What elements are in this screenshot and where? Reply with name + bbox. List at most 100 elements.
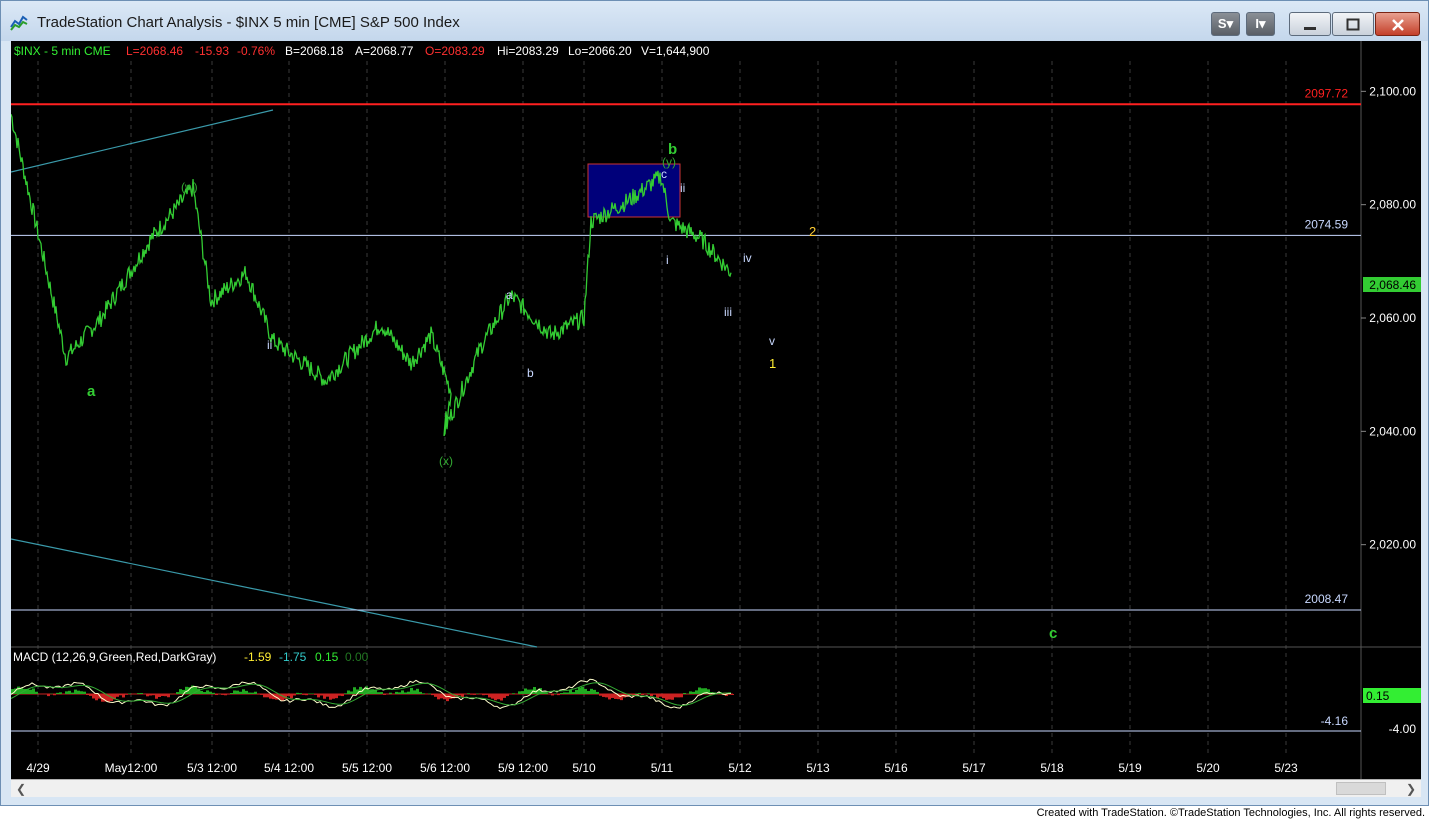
macd-histogram-bar bbox=[164, 694, 167, 697]
minimize-button[interactable] bbox=[1289, 12, 1331, 36]
wave-label-a-small: a bbox=[506, 288, 513, 302]
level-label: 2008.47 bbox=[1305, 592, 1349, 606]
price-series-line bbox=[10, 114, 732, 437]
macd-histogram-bar bbox=[221, 694, 224, 695]
chart-area[interactable]: $INX - 5 min CME L=2068.46 -15.93 -0.76%… bbox=[10, 41, 1421, 779]
header-change-pct: -0.76% bbox=[237, 44, 275, 58]
macd-histogram-bar bbox=[395, 691, 398, 694]
tradestation-logo-icon bbox=[10, 15, 28, 31]
wave-label-ii: ii bbox=[680, 181, 685, 195]
macd-histogram-bar bbox=[614, 694, 617, 699]
scroll-right-icon[interactable]: ❯ bbox=[1403, 781, 1419, 797]
price-axis[interactable]: 2,100.00 2,080.00 2,060.00 2,040.00 2,020.00 bbox=[1361, 84, 1416, 552]
chart-canvas[interactable]: $INX - 5 min CME L=2068.46 -15.93 -0.76%… bbox=[10, 41, 1421, 779]
macd-histogram-bar bbox=[317, 694, 320, 698]
macd-histogram-bar bbox=[485, 694, 488, 695]
macd-histogram-bar bbox=[401, 690, 404, 694]
macd-histogram-bar bbox=[68, 690, 71, 694]
macd-histogram-bar bbox=[260, 694, 263, 695]
macd-histogram-bar bbox=[83, 691, 86, 694]
macd-histogram-bar bbox=[224, 694, 227, 696]
wave-label-x: (x) bbox=[439, 454, 453, 468]
macd-histogram-bar bbox=[290, 694, 293, 699]
macd-histogram-bar bbox=[569, 690, 572, 694]
wave-label-i: i bbox=[666, 253, 669, 267]
macd-histogram-bar bbox=[89, 694, 92, 696]
macd-histogram-bar bbox=[236, 690, 239, 694]
macd-histogram-bar bbox=[596, 691, 599, 694]
maximize-button[interactable] bbox=[1332, 12, 1374, 36]
macd-histogram-bar bbox=[659, 694, 662, 697]
macd-histogram-bar bbox=[263, 694, 266, 698]
macd-value-4: 0.00 bbox=[345, 650, 369, 664]
macd-histogram-bar bbox=[293, 694, 296, 696]
wave-label-a-major: a bbox=[87, 383, 96, 400]
macd-histogram-bar bbox=[119, 694, 122, 696]
s-menu-button[interactable]: S▾ bbox=[1211, 12, 1240, 36]
macd-histogram-bar bbox=[398, 692, 401, 694]
horizontal-scrollbar[interactable]: ❮ ❯ bbox=[11, 779, 1421, 797]
title-bar[interactable]: TradeStation Chart Analysis - $INX 5 min… bbox=[1, 1, 1428, 41]
macd-histogram-bar bbox=[158, 694, 161, 697]
macd-histogram-bar bbox=[167, 694, 170, 698]
macd-histogram-bar bbox=[506, 694, 509, 697]
macd-histogram-bar bbox=[359, 686, 362, 694]
macd-histogram-bar bbox=[302, 694, 305, 695]
macd-histogram-bar bbox=[233, 690, 236, 694]
macd-histogram-bar bbox=[122, 694, 125, 698]
time-axis-label: 5/23 bbox=[1274, 761, 1298, 775]
time-axis-label: 5/18 bbox=[1040, 761, 1064, 775]
scroll-left-icon[interactable]: ❮ bbox=[13, 781, 29, 797]
time-axis-label: 5/5 12:00 bbox=[342, 761, 392, 775]
macd-histogram-bar bbox=[434, 694, 437, 697]
macd-histogram-bar bbox=[230, 692, 233, 694]
macd-histogram-bar bbox=[683, 692, 686, 694]
scroll-thumb[interactable] bbox=[1336, 782, 1386, 795]
time-axis-label: 5/3 12:00 bbox=[187, 761, 237, 775]
macd-histogram-bar bbox=[695, 690, 698, 694]
macd-histogram-bar bbox=[347, 690, 350, 694]
macd-histogram-bar bbox=[95, 694, 98, 701]
price-axis-label: 2,060.00 bbox=[1369, 311, 1416, 325]
header-symbol: $INX - 5 min CME bbox=[14, 44, 111, 58]
macd-histogram-bar bbox=[473, 694, 476, 695]
wave-label-b-small: b bbox=[527, 366, 534, 380]
level-label: 2097.72 bbox=[1305, 86, 1349, 100]
time-axis-label: May12:00 bbox=[105, 761, 158, 775]
macd-histogram-bar bbox=[557, 694, 560, 696]
macd-histogram-bar bbox=[332, 694, 335, 699]
i-menu-button[interactable]: I▾ bbox=[1246, 12, 1275, 36]
macd-histogram-bar bbox=[314, 694, 317, 695]
macd-histogram-bar bbox=[266, 694, 269, 698]
close-button[interactable] bbox=[1375, 12, 1420, 36]
macd-histogram-bar bbox=[65, 691, 68, 694]
macd-histogram-bar bbox=[584, 688, 587, 694]
macd-histogram-bar bbox=[71, 692, 74, 694]
macd-histogram-bar bbox=[137, 693, 140, 694]
wave-label-c-major: c bbox=[1049, 625, 1057, 642]
macd-histogram-bar bbox=[17, 686, 20, 694]
macd-histogram-bar bbox=[494, 694, 497, 701]
macd-histogram-bar bbox=[605, 694, 608, 698]
macd-histogram-bar bbox=[575, 689, 578, 694]
last-price-label: 2,068.46 bbox=[1369, 278, 1416, 292]
macd-histogram-bar bbox=[638, 692, 641, 694]
macd-histogram-bar bbox=[179, 689, 182, 694]
time-axis[interactable]: 4/29 May12:00 5/3 12:00 5/4 12:00 5/5 12:00 5… bbox=[26, 761, 1298, 775]
macd-histogram-bar bbox=[344, 693, 347, 694]
macd-histogram-bar bbox=[680, 694, 683, 698]
macd-histogram-bar bbox=[458, 694, 461, 696]
macd-histogram-bar bbox=[248, 692, 251, 694]
macd-histogram-bar bbox=[689, 691, 692, 694]
macd-histogram-bar bbox=[92, 694, 95, 699]
header-open: O=2083.29 bbox=[425, 44, 485, 58]
macd-histogram-bar bbox=[152, 694, 155, 696]
window-title: TradeStation Chart Analysis - $INX 5 min… bbox=[37, 14, 460, 31]
time-axis-label: 5/12 bbox=[728, 761, 752, 775]
price-axis-label: 2,080.00 bbox=[1369, 198, 1416, 212]
time-axis-label: 5/16 bbox=[884, 761, 908, 775]
macd-histogram-bar bbox=[47, 694, 50, 697]
macd-value-1: -1.59 bbox=[244, 650, 272, 664]
macd-histogram-bar bbox=[482, 694, 485, 696]
macd-histogram-bar bbox=[431, 694, 434, 696]
